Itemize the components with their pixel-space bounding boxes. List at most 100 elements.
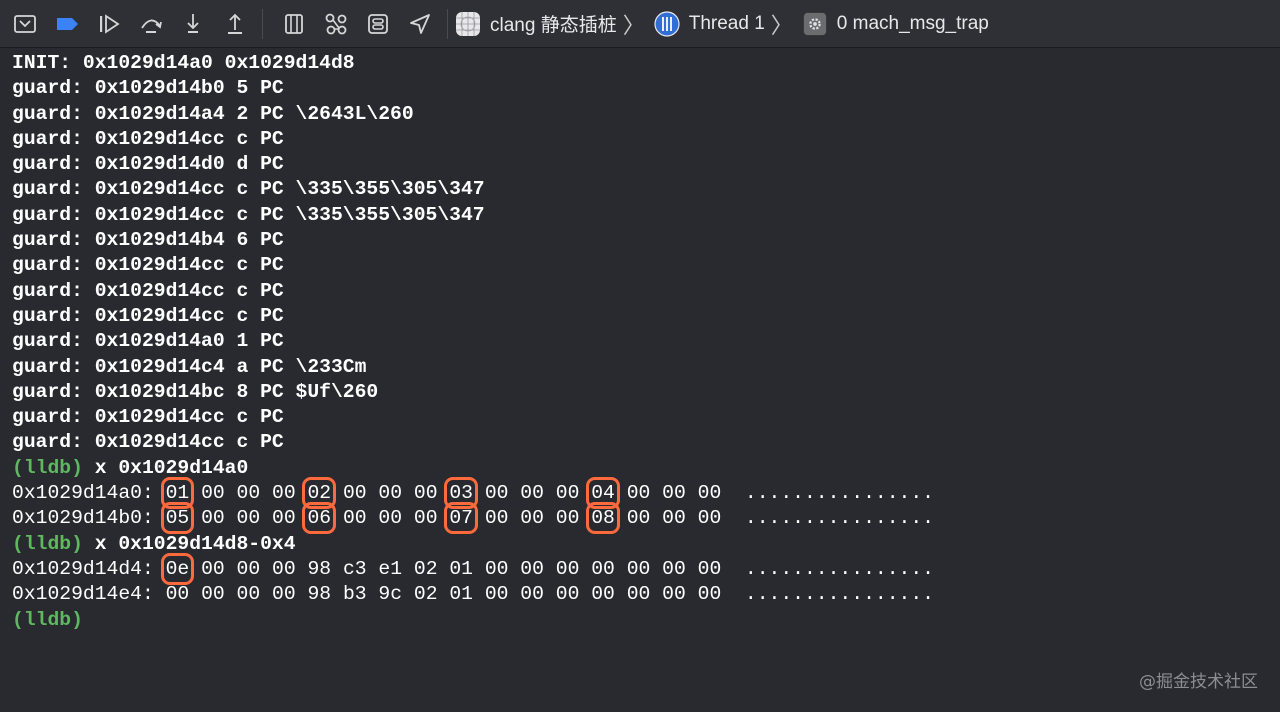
stack-frame-gear-icon [801,10,829,38]
lldb-prompt: (lldb) [12,532,83,555]
breakpoints-toggle-button[interactable] [50,7,84,41]
console-line: guard: 0x1029d14cc c PC [12,254,284,277]
highlighted-byte: 05 [160,502,195,535]
console-line: INIT: 0x1029d14a0 0x1029d14d8 [12,52,355,74]
debug-console[interactable]: INIT: 0x1029d14a0 0x1029d14d8 guard: 0x1… [0,49,1280,712]
step-over-button[interactable] [134,7,168,41]
step-into-icon [187,13,199,33]
highlighted-byte: 03 [444,477,478,510]
simulate-location-button[interactable] [403,7,437,41]
lldb-command-line: (lldb) x 0x1029d14d8-0x4 [12,532,1280,557]
memory-byte: 01 [449,583,473,606]
memory-byte: 00 [378,507,403,530]
memory-byte: 00 [413,482,438,505]
breadcrumb-frame[interactable]: 0 mach_msg_trap [801,10,989,38]
memory-byte: 00 [555,583,580,606]
memory-byte: 98 [307,583,332,606]
memory-address: 0x1029d14e4: [12,583,154,606]
step-out-button[interactable] [218,7,252,41]
memory-byte: 00 [342,507,367,530]
memory-byte: 00 [484,482,509,505]
memory-byte: 00 [484,557,509,580]
highlighted-byte: 01 [160,477,195,510]
memory-byte: 00 [272,507,296,530]
lldb-command: x 0x1029d14a0 [94,456,249,479]
memory-byte: 98 [307,557,332,580]
debug-toolbar: clang 静态插桩 〉 Thread 1 〉 0 mach_msg_trap [0,0,1280,48]
memory-byte: 00 [662,482,686,505]
memory-byte: 00 [272,482,296,505]
memory-byte: 00 [201,507,225,530]
memory-ascii: ................ [744,583,934,606]
console-line: guard: 0x1029d14b4 6 PC [12,229,284,252]
environment-overrides-button[interactable] [361,7,395,41]
highlighted-byte: 06 [302,502,337,535]
memory-byte: 00 [626,557,651,580]
memory-ascii: ................ [744,557,934,580]
memory-byte: 00 [591,557,615,580]
console-line: guard: 0x1029d14cc c PC [12,406,284,429]
continue-icon [100,13,120,34]
console-line: guard: 0x1029d14c4 a PC \233Cm [12,355,367,378]
console-line: guard: 0x1029d14b0 5 PC [12,77,284,100]
breadcrumb-frame-label: 0 mach_msg_trap [836,12,989,34]
console-line: guard: 0x1029d14cc c PC [12,279,284,302]
chevron-right-icon: 〉 [622,12,645,38]
highlighted-byte: 08 [586,502,620,535]
memory-byte: 00 [342,482,367,505]
memory-byte: 9c [378,583,403,606]
lldb-input-line[interactable]: (lldb) [12,608,1280,633]
memory-byte: 00 [201,583,225,606]
breadcrumb-target[interactable]: clang 静态插桩 〉 [454,8,653,40]
lldb-prompt: (lldb) [12,608,83,631]
memory-byte: 00 [626,507,651,530]
hide-debug-area-icon [14,14,36,33]
memory-byte: 00 [236,583,261,606]
step-over-icon [141,19,162,33]
memory-address: 0x1029d14b0: [12,507,154,530]
debug-view-hierarchy-button[interactable] [277,7,311,41]
memory-byte: 01 [449,557,473,580]
toolbar-separator [447,8,448,39]
memory-byte: 00 [520,557,544,580]
toolbar-separator [262,8,263,39]
memory-byte: 00 [697,507,722,530]
view-hierarchy-icon [285,13,303,34]
highlighted-byte: 07 [444,502,478,535]
chevron-right-icon: 〉 [770,12,793,38]
memory-byte: b3 [342,583,367,606]
memory-byte: 00 [165,583,190,606]
highlighted-byte: 0e [160,552,195,585]
step-into-button[interactable] [176,7,210,41]
console-line: guard: 0x1029d14d0 d PC [12,153,284,176]
memory-byte: 00 [236,557,261,580]
memory-graph-icon [325,13,347,34]
memory-byte: 00 [413,507,438,530]
memory-byte: 00 [520,482,544,505]
console-line: guard: 0x1029d14a4 2 PC \2643L\260 [12,102,414,125]
console-line: guard: 0x1029d14a0 1 PC [12,330,284,353]
memory-byte: 00 [484,507,509,530]
memory-byte: 00 [555,557,580,580]
memory-byte: 00 [662,583,686,606]
console-line: guard: 0x1029d14cc c PC \335\355\305\347 [12,178,485,201]
console-line: guard: 0x1029d14cc c PC [12,431,284,454]
watermark: @掘金技术社区 [1139,672,1258,692]
step-out-icon [228,13,242,34]
breadcrumb-thread[interactable]: Thread 1 〉 [653,8,801,40]
console-line: guard: 0x1029d14cc c PC [12,127,284,150]
memory-byte: 00 [697,583,722,606]
memory-ascii: ................ [744,482,934,505]
memory-byte: 00 [662,507,686,530]
continue-button[interactable] [92,7,126,41]
memory-byte: 00 [236,507,261,530]
memory-row: 0x1029d14e4: 00 00 00 00 98 b3 9c 02 01 … [12,582,1280,607]
lldb-prompt: (lldb) [12,456,83,479]
hide-debug-area-button[interactable] [8,7,42,41]
debug-memory-graph-button[interactable] [319,7,353,41]
memory-byte: 02 [413,557,438,580]
location-icon [410,13,430,34]
memory-row: 0x1029d14a0: 01 00 00 00 02 00 00 00 03 … [12,477,1280,510]
memory-byte: 00 [626,482,651,505]
lldb-command: x 0x1029d14d8-0x4 [94,532,296,555]
